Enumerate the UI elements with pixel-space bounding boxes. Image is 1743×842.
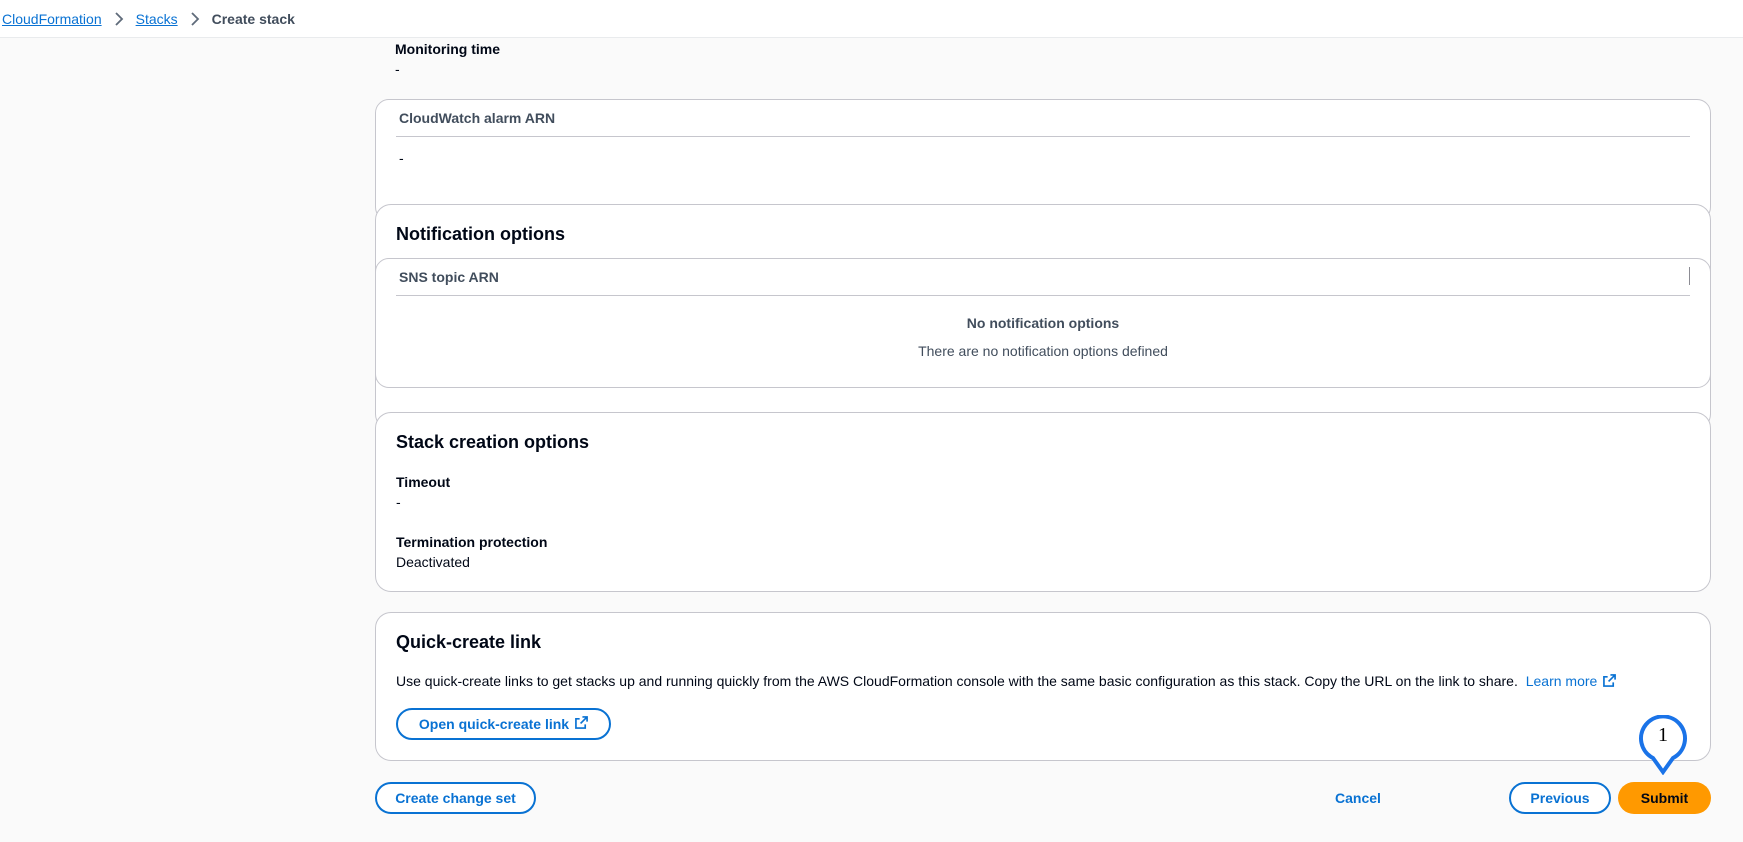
previous-button[interactable]: Previous <box>1509 782 1611 814</box>
open-quick-create-link-label: Open quick-create link <box>418 716 570 732</box>
open-quick-create-link-button[interactable]: Open quick-create link <box>396 708 611 740</box>
cloudwatch-alarm-header: CloudWatch alarm ARN <box>396 100 1690 137</box>
termination-protection-value: Deactivated <box>396 554 470 570</box>
notification-options-container: Notification options SNS topic ARN No no… <box>375 204 1711 430</box>
quick-create-description: Use quick-create links to get stacks up … <box>396 673 1617 690</box>
timeout-value: - <box>396 494 401 510</box>
sns-topic-table: SNS topic ARN No notification options Th… <box>375 258 1711 388</box>
external-link-icon <box>1603 674 1617 690</box>
timeout-label: Timeout <box>396 474 451 490</box>
timeout-field: Timeout - <box>396 474 450 510</box>
quick-create-link-container: Quick-create link Use quick-create links… <box>375 612 1711 761</box>
quick-create-link-title: Quick-create link <box>396 632 542 652</box>
termination-protection-field: Termination protection Deactivated <box>396 534 547 570</box>
cancel-button[interactable]: Cancel <box>1335 782 1381 814</box>
empty-state-title: No notification options <box>966 315 1120 331</box>
learn-more-link[interactable]: Learn more <box>1526 673 1617 689</box>
cloudwatch-alarm-value: - <box>399 150 404 166</box>
column-resize-handle[interactable] <box>1689 267 1690 285</box>
breadcrumb-cloudformation-link[interactable]: CloudFormation <box>2 11 102 27</box>
marker-number: 1 <box>1658 724 1668 746</box>
learn-more-label: Learn more <box>1525 673 1598 689</box>
submit-button[interactable]: Submit <box>1618 782 1711 814</box>
cloudwatch-alarm-table: CloudWatch alarm ARN - <box>375 99 1711 221</box>
stack-creation-options-container: Stack creation options Timeout - Termina… <box>375 412 1711 592</box>
notification-options-title: Notification options <box>396 224 565 244</box>
breadcrumb: CloudFormation Stacks Create stack <box>0 0 1743 38</box>
monitoring-time-value: - <box>395 61 400 77</box>
sns-topic-header-label: SNS topic ARN <box>399 269 499 285</box>
termination-protection-label: Termination protection <box>396 534 548 550</box>
breadcrumb-current: Create stack <box>211 10 295 27</box>
empty-state-text: There are no notification options define… <box>918 343 1168 359</box>
monitoring-time-field: Monitoring time - <box>395 41 500 77</box>
chevron-right-icon <box>190 11 200 26</box>
sns-topic-header: SNS topic ARN <box>396 259 1690 296</box>
chevron-right-icon <box>114 11 124 26</box>
annotation-marker: 1 <box>1637 714 1689 776</box>
create-change-set-button[interactable]: Create change set <box>375 782 536 814</box>
quick-create-description-text: Use quick-create links to get stacks up … <box>396 673 1518 689</box>
stack-creation-options-title: Stack creation options <box>396 432 590 452</box>
external-link-icon <box>575 716 588 732</box>
breadcrumb-stacks-link[interactable]: Stacks <box>136 11 178 27</box>
monitoring-time-label: Monitoring time <box>395 41 500 57</box>
